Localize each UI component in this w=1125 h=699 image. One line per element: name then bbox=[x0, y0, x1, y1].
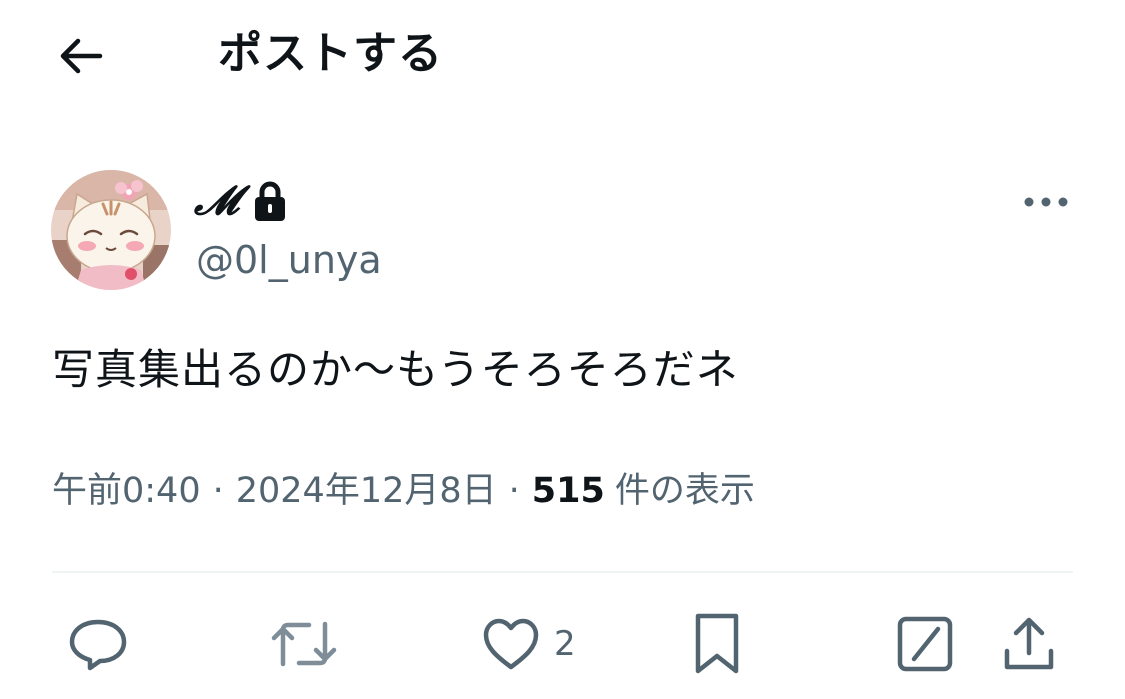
meta-separator: · bbox=[212, 471, 224, 511]
meta-separator: · bbox=[508, 471, 520, 511]
post-text: 写真集出るのか〜もうそろそろだネ bbox=[52, 345, 739, 394]
user-handle[interactable]: @0l_unya bbox=[196, 236, 382, 284]
more-dots-icon bbox=[1024, 197, 1068, 207]
heart-icon bbox=[483, 618, 539, 670]
post-time[interactable]: 午前0:40 bbox=[52, 471, 201, 511]
bookmark-icon bbox=[695, 613, 739, 674]
more-options-button[interactable] bbox=[1018, 182, 1074, 222]
lock-icon bbox=[254, 181, 285, 221]
divider bbox=[52, 571, 1073, 573]
grok-icon bbox=[897, 616, 953, 672]
reply-button[interactable] bbox=[68, 612, 128, 676]
display-name[interactable]: 𝓜 bbox=[194, 176, 287, 226]
repost-icon bbox=[271, 621, 337, 667]
display-name-text: 𝓜 bbox=[194, 177, 239, 224]
like-button[interactable]: 2 bbox=[482, 612, 576, 676]
avatar[interactable] bbox=[51, 170, 171, 290]
views-count[interactable]: 515 bbox=[532, 471, 605, 511]
grok-button[interactable] bbox=[896, 612, 954, 676]
post-date[interactable]: 2024年12月8日 bbox=[236, 471, 497, 511]
repost-button[interactable] bbox=[271, 612, 337, 676]
share-button[interactable] bbox=[1002, 612, 1056, 676]
post-detail-page: ポストする 𝓜 @0l_unya 写真集出るのか〜もうそろそろだネ 午前0:40… bbox=[0, 0, 1125, 699]
page-title: ポストする bbox=[218, 28, 443, 79]
arrow-left-icon bbox=[60, 38, 103, 74]
back-button[interactable] bbox=[52, 30, 108, 82]
views-label: 件の表示 bbox=[614, 471, 755, 511]
reply-icon bbox=[69, 619, 127, 671]
share-icon bbox=[1004, 617, 1054, 670]
post-meta: 午前0:40 · 2024年12月8日 · 515 件の表示 bbox=[52, 466, 755, 516]
like-count: 2 bbox=[554, 624, 576, 664]
bookmark-button[interactable] bbox=[693, 612, 741, 676]
